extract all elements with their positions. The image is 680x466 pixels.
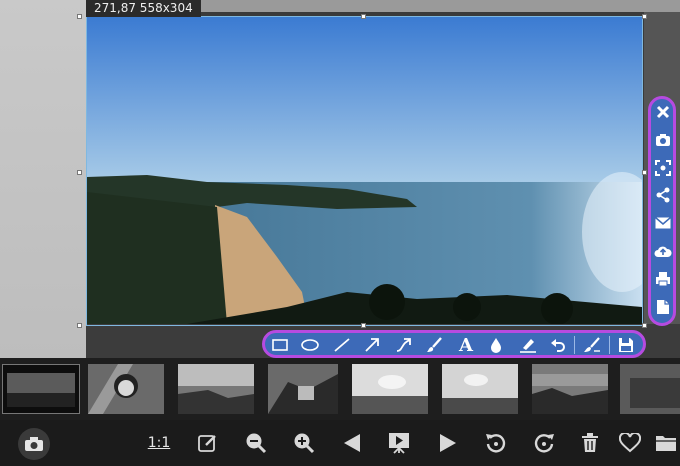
trash-icon [582,433,598,452]
save-button[interactable] [615,335,637,355]
selection-size-readout: 271,87 558x304 [86,0,201,17]
copy-button[interactable] [653,297,673,317]
dimmed-area-left [0,0,86,358]
blur-drop-icon [491,338,501,353]
previous-button[interactable] [338,429,366,457]
copy-icon [657,300,669,314]
viewer-control-bar: 1:1 [0,420,680,466]
thumbnail[interactable] [352,364,428,414]
thumbnail[interactable] [178,364,254,414]
thumbnail[interactable] [442,364,518,414]
camera-icon [656,134,670,146]
thumbnail[interactable] [532,364,608,414]
share-button[interactable] [653,185,673,205]
rectangle-icon [272,339,288,351]
captured-photo [87,17,642,324]
slideshow-icon [389,433,409,454]
toolbar-divider [574,336,575,354]
capture-button[interactable] [653,130,673,150]
text-tool[interactable]: A [455,334,477,356]
thumbnail[interactable] [88,364,164,414]
upload-button[interactable] [653,241,673,261]
fullscreen-capture-button[interactable] [653,158,673,178]
capture-action-toolbar [648,96,676,326]
zoom-in-icon [294,433,315,454]
undo-icon [551,339,565,352]
curved-arrow-tool[interactable] [393,335,415,355]
zoom-out-button[interactable] [242,429,270,457]
next-icon [440,434,456,452]
highlighter-tool[interactable] [517,335,539,355]
drawing-toolbar: A [262,330,646,358]
fullscreen-capture-icon [655,160,671,176]
brush-icon [427,337,442,352]
slideshow-button[interactable] [385,429,413,457]
close-button[interactable] [653,102,673,122]
brush-tool[interactable] [423,335,445,355]
arrow-tool[interactable] [361,335,383,355]
resize-handle-bottom-left[interactable] [77,323,82,328]
resize-handle-top-left[interactable] [77,14,82,19]
thumbnail[interactable] [620,364,680,414]
capture-new-button[interactable] [18,428,50,460]
folder-icon [656,436,676,451]
edit-icon [198,435,216,452]
ellipse-tool[interactable] [299,335,321,355]
thumbnail[interactable] [2,364,80,414]
rotate-left-button[interactable] [482,429,510,457]
highlighter-icon [520,339,536,353]
print-button[interactable] [653,269,673,289]
ellipse-icon [301,339,319,351]
save-icon [619,338,633,352]
actual-size-button[interactable]: 1:1 [144,429,174,457]
favorite-button[interactable] [616,429,644,457]
resize-handle-bottom[interactable] [361,323,366,328]
resize-handle-right[interactable] [642,170,647,175]
edit-button[interactable] [194,429,222,457]
resize-handle-left[interactable] [77,170,82,175]
next-button[interactable] [434,429,462,457]
upload-cloud-icon [654,246,672,257]
camera-icon [25,437,43,451]
clear-button[interactable] [581,335,603,355]
clear-icon [584,337,600,352]
share-icon [656,187,670,203]
open-folder-button[interactable] [652,429,680,457]
rotate-right-icon [534,434,554,453]
print-icon [656,272,670,287]
heart-icon [619,433,641,453]
resize-handle-bottom-right[interactable] [642,323,647,328]
close-icon [656,105,670,119]
resize-handle-top-right[interactable] [642,14,647,19]
line-icon [334,338,350,352]
email-button[interactable] [653,213,673,233]
toolbar-divider [609,336,610,354]
zoom-in-button[interactable] [290,429,318,457]
thumbnail[interactable] [268,364,338,414]
zoom-out-icon [246,433,267,454]
rotate-left-icon [486,434,506,453]
email-icon [655,217,671,229]
rotate-right-button[interactable] [530,429,558,457]
curved-arrow-icon [396,338,411,352]
arrow-icon [365,338,379,352]
thumbnail-strip [0,358,680,420]
previous-icon [344,434,360,452]
text-icon: A [459,334,473,356]
undo-button[interactable] [547,335,569,355]
line-tool[interactable] [331,335,353,355]
blur-tool[interactable] [485,335,507,355]
resize-handle-top[interactable] [361,14,366,19]
delete-button[interactable] [576,429,604,457]
rectangle-tool[interactable] [269,335,291,355]
